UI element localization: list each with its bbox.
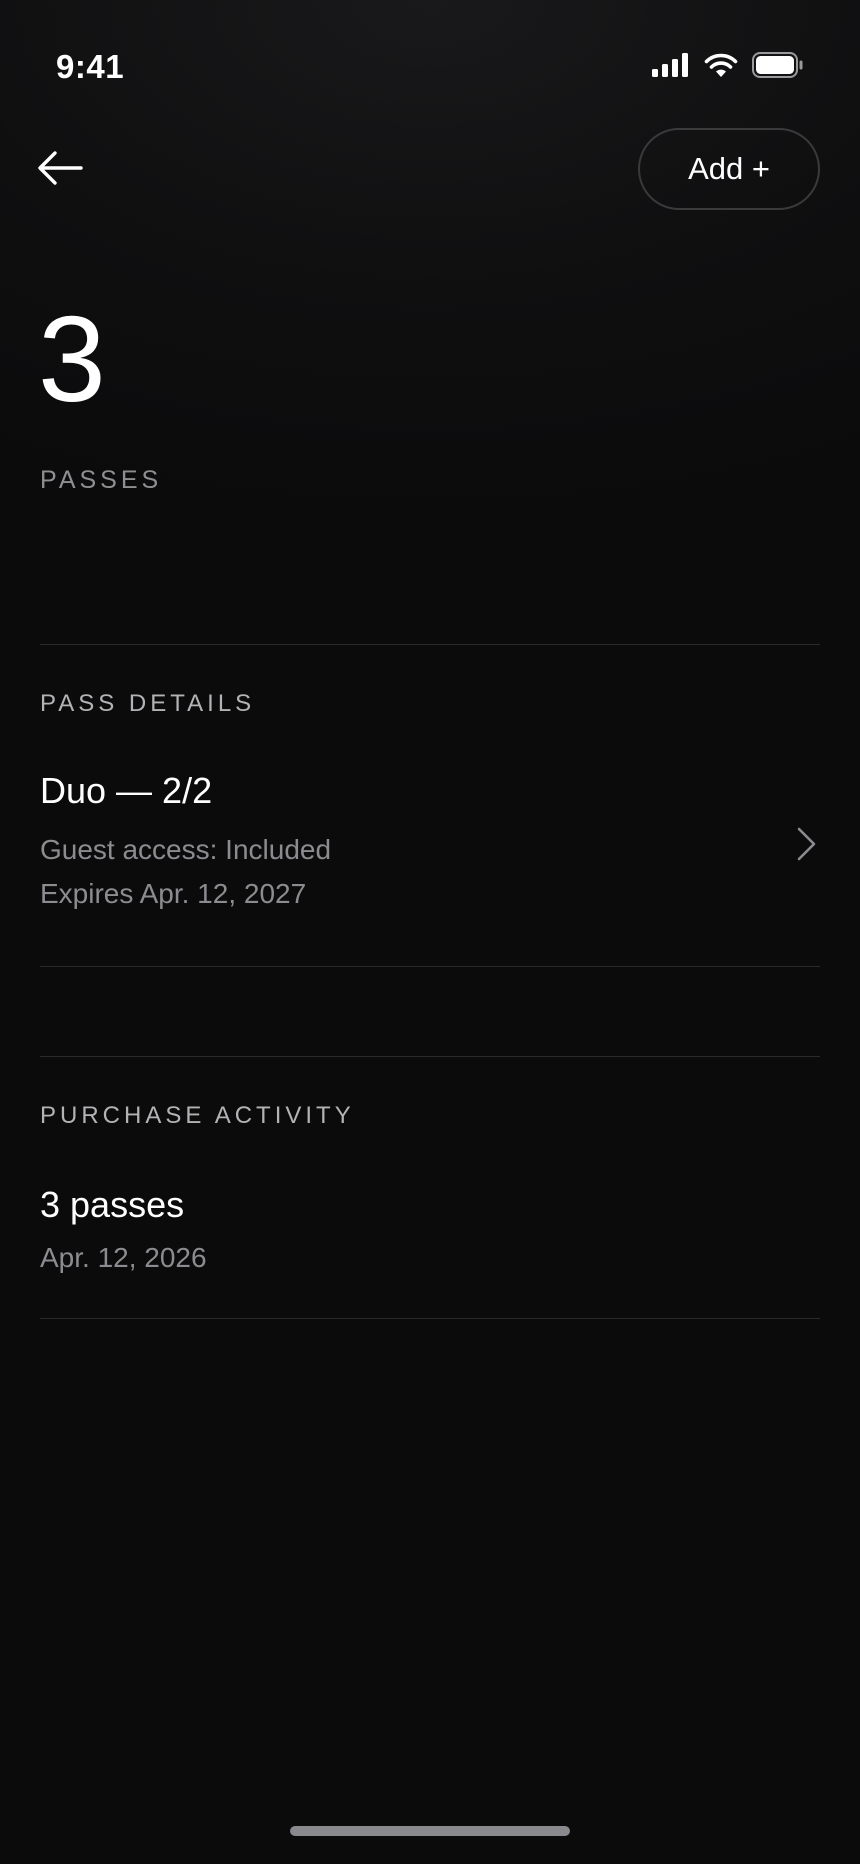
status-time: 9:41 <box>56 48 125 85</box>
divider <box>40 644 820 645</box>
add-button[interactable]: Add + <box>638 128 820 210</box>
pass-title: Duo — 2/2 <box>40 770 213 811</box>
divider <box>40 1318 820 1319</box>
pass-count-label: PASSES <box>40 466 163 494</box>
cellular-signal-icon <box>652 53 690 82</box>
pass-details-section-label: PASS DETAILS <box>40 690 256 717</box>
expiry-text: Expires Apr. 12, 2027 <box>40 878 307 909</box>
purchase-date: Apr. 12, 2026 <box>40 1242 207 1273</box>
back-button[interactable] <box>36 146 84 194</box>
divider <box>40 1056 820 1057</box>
purchase-title: 3 passes <box>40 1184 185 1225</box>
home-indicator <box>290 1826 570 1836</box>
purchase-activity-section-label: PURCHASE ACTIVITY <box>40 1102 355 1129</box>
passes-screen: 9:41 Add + 3 PASSES PASS DETAILS Duo — 2… <box>0 0 860 1864</box>
status-bar: 9:41 <box>0 0 860 140</box>
purchase-activity-row: 3 passes Apr. 12, 2026 <box>0 1172 860 1292</box>
chevron-right-icon <box>792 824 822 864</box>
status-icons <box>652 52 804 83</box>
pass-details-row[interactable]: Duo — 2/2 Guest access: Included Expires… <box>0 760 860 960</box>
battery-icon <box>752 52 804 83</box>
pass-count: 3 <box>38 291 106 427</box>
guest-access-text: Guest access: Included <box>40 834 332 865</box>
divider <box>40 966 820 967</box>
arrow-left-icon <box>37 150 83 191</box>
wifi-icon <box>704 52 738 83</box>
